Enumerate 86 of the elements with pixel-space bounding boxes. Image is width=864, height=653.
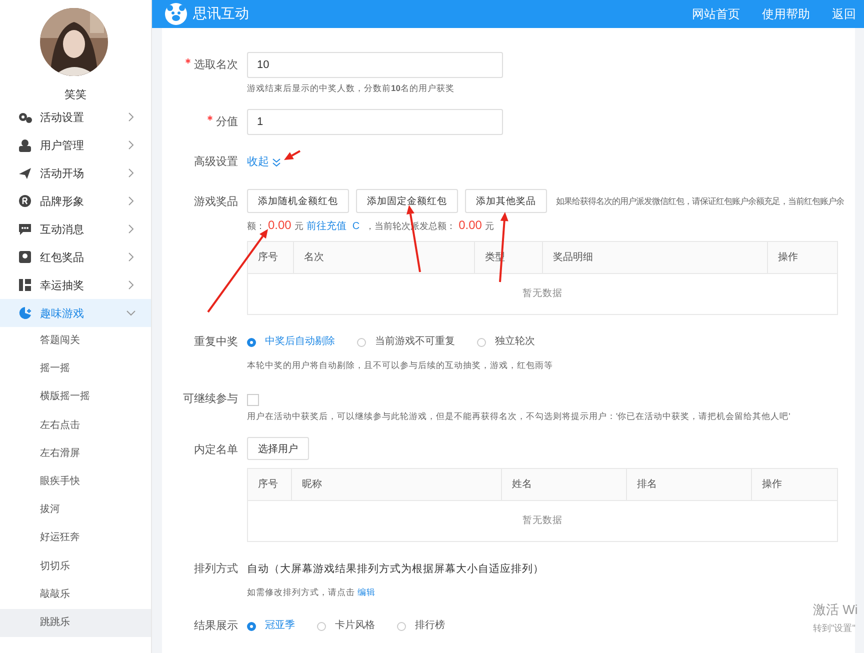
- envelope-icon: [18, 250, 32, 264]
- radio-option[interactable]: 当前游戏不可重复: [357, 329, 455, 355]
- recharge-link[interactable]: 前往充值: [306, 219, 346, 233]
- submenu-item[interactable]: 敲敲乐: [0, 580, 151, 609]
- empty-text: 暂无数据: [522, 288, 562, 299]
- submenu-item[interactable]: 左右点击: [0, 412, 151, 440]
- column-header: 操作: [777, 251, 799, 265]
- column-header: 姓名: [502, 469, 627, 500]
- submenu-item[interactable]: 跳跳乐: [0, 608, 151, 638]
- hint-text: 本轮中奖的用户将自动剔除，且不可以参与后续的互动抽奖，游戏，红包雨等: [247, 360, 554, 372]
- menu-item[interactable]: 活动开场: [0, 159, 151, 187]
- column-header: 昵称: [292, 469, 502, 500]
- add-prize-button[interactable]: 添加固定金额红包: [356, 189, 458, 213]
- field-label: 选取名次: [194, 59, 238, 71]
- submenu-item[interactable]: 横版摇一摇: [0, 383, 151, 412]
- activation-text: 激活 Wi: [813, 601, 858, 619]
- input-field[interactable]: 1: [247, 109, 503, 135]
- hint-text: 用户在活动中获奖后，可以继续参与此轮游戏，但是不能再获得名次，不勾选则将提示用户：'你已在活动中获奖，请把机会留给其他人吧': [247, 411, 792, 423]
- column-header: 操作: [761, 478, 783, 492]
- field-label: 结果展示: [194, 620, 238, 632]
- registered-icon: [18, 194, 32, 208]
- field-label: 游戏奖品: [194, 196, 238, 208]
- edit-link[interactable]: 编辑: [357, 587, 376, 597]
- column-header: 奖品明细: [543, 242, 768, 273]
- collapse-link[interactable]: 收起: [247, 149, 281, 175]
- radio-circle[interactable]: [357, 338, 366, 346]
- chat-icon: [18, 222, 32, 236]
- field-label: 内定名单: [194, 444, 238, 456]
- balance-label: 额：: [247, 220, 265, 233]
- submenu-item[interactable]: 切切乐: [0, 552, 151, 581]
- radio-circle[interactable]: [247, 338, 256, 346]
- radio-circle[interactable]: [477, 338, 486, 346]
- input-field[interactable]: 10: [247, 52, 503, 78]
- field-label: 分值: [216, 116, 238, 128]
- select-user-button[interactable]: 选择用户: [247, 437, 309, 460]
- menu-item[interactable]: 幸运抽奖: [0, 271, 151, 299]
- user-icon: [18, 138, 32, 152]
- sort-value: 自动（大屏幕游戏结果排列方式为根据屏幕大小自适应排列）: [247, 562, 545, 577]
- field-label: 排列方式: [194, 563, 238, 575]
- paper-plane-icon: [18, 166, 32, 180]
- hint-text: 如需修改排列方式，请点击 编辑: [247, 587, 376, 599]
- checkbox[interactable]: [247, 394, 259, 406]
- column-header: 排名: [627, 469, 752, 500]
- unit-text: 元: [484, 220, 494, 233]
- bear-logo-icon: [165, 3, 187, 25]
- annotation-arrow: [284, 150, 300, 160]
- submenu-item[interactable]: 左右滑屏: [0, 440, 151, 468]
- field-label: 重复中奖: [194, 336, 238, 348]
- radio-option[interactable]: 卡片风格: [317, 613, 375, 639]
- balance-amount: 0.00: [268, 218, 292, 232]
- user-name: 笑笑: [64, 88, 88, 103]
- field-label: 高级设置: [194, 156, 238, 168]
- activation-text: 转到"设置": [813, 622, 856, 635]
- menu-item[interactable]: 活动设置: [0, 103, 151, 131]
- unit-text: 元: [294, 220, 304, 233]
- add-prize-button[interactable]: 添加随机金额红包: [247, 189, 349, 213]
- radio-option[interactable]: 冠亚季: [247, 613, 295, 639]
- refresh-button[interactable]: C: [352, 221, 360, 232]
- radio-circle[interactable]: [317, 622, 326, 630]
- column-header: 名次: [294, 242, 475, 273]
- pacman-icon: [18, 306, 32, 320]
- menu-item[interactable]: 品牌形象: [0, 187, 151, 215]
- menu-item[interactable]: 用户管理: [0, 131, 151, 159]
- field-label: 可继续参与: [183, 393, 238, 405]
- empty-text: 暂无数据: [522, 515, 562, 526]
- add-prize-button[interactable]: 添加其他奖品: [465, 189, 547, 213]
- logo-text: 思讯互动: [193, 5, 249, 23]
- submenu-item[interactable]: 拔河: [0, 496, 151, 524]
- menu-item[interactable]: 红包奖品: [0, 243, 151, 271]
- column-header: 序号: [248, 242, 294, 273]
- grid-icon: [18, 278, 32, 292]
- submenu-item[interactable]: 好运狂奔: [0, 524, 151, 552]
- radio-option[interactable]: 独立轮次: [477, 329, 535, 355]
- hint-text: 游戏结束后显示的中奖人数，分数前10名的用户获奖: [247, 83, 456, 95]
- total-amount: 0.00: [458, 218, 482, 232]
- submenu-item[interactable]: 答题闯关: [0, 327, 151, 356]
- radio-circle[interactable]: [397, 622, 406, 630]
- radio-option[interactable]: 中奖后自动剔除: [247, 329, 335, 355]
- menu-item[interactable]: 互动消息: [0, 215, 151, 243]
- submenu-item[interactable]: 眼疾手快: [0, 468, 151, 496]
- radio-option[interactable]: 排行榜: [397, 613, 445, 639]
- radio-circle[interactable]: [247, 622, 256, 630]
- submenu-item[interactable]: 摇一摇: [0, 355, 151, 384]
- column-header: 序号: [248, 469, 292, 500]
- gears-icon: [18, 110, 32, 124]
- note-text: 如果给获得名次的用户派发微信红包，请保证红包账户余额充足，当前红包账户余: [556, 196, 844, 206]
